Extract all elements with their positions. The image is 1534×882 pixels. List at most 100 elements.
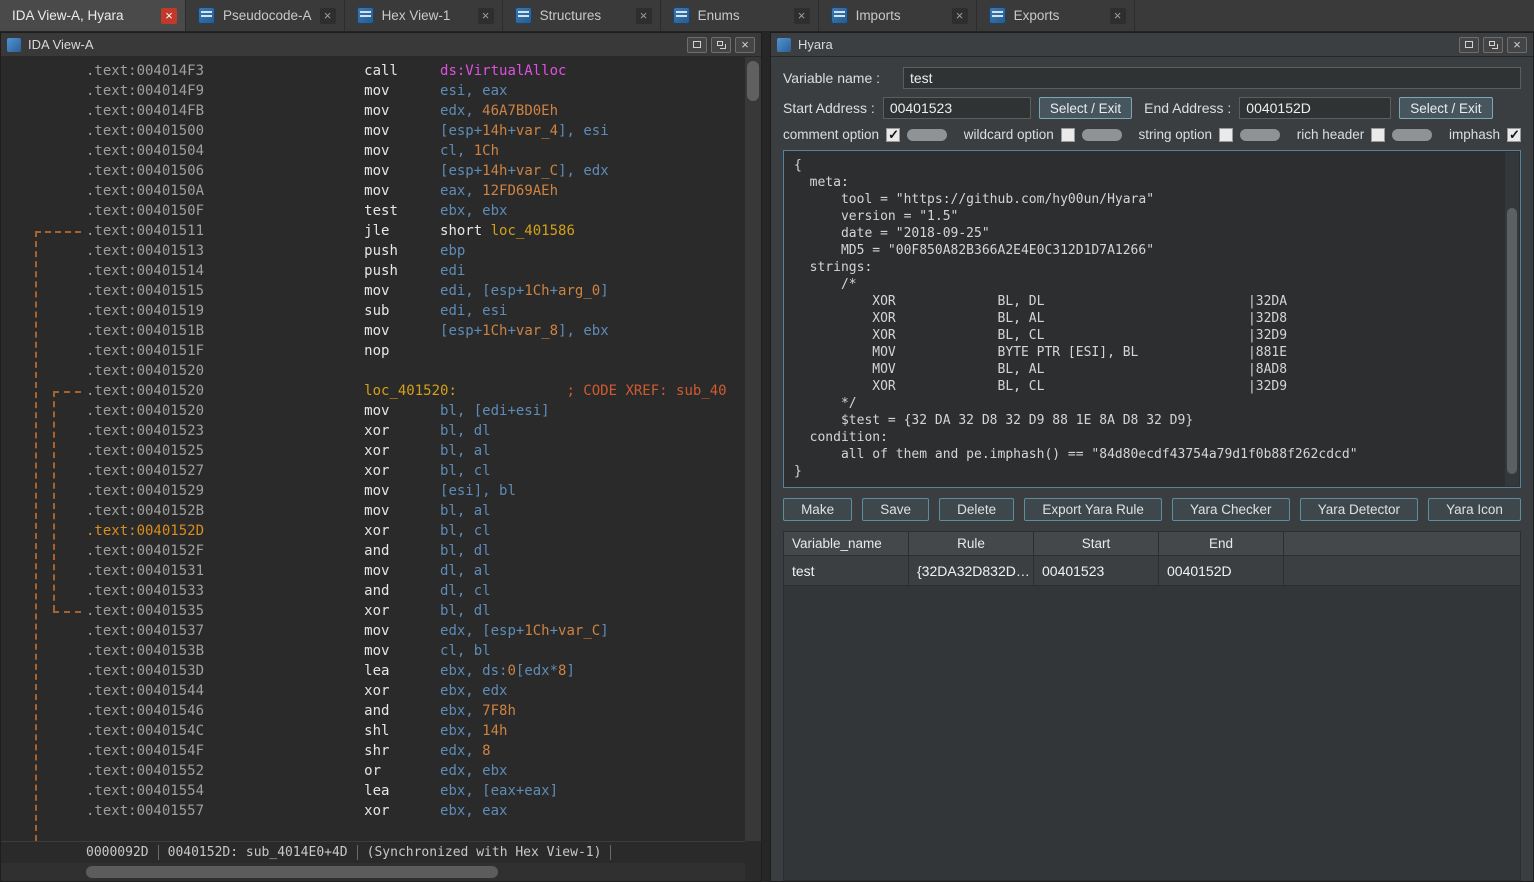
variable-name-input[interactable]: [903, 67, 1521, 89]
column-header-end[interactable]: End: [1159, 532, 1284, 555]
close-icon[interactable]: [735, 37, 755, 53]
asm-line[interactable]: .text:0040151B mov [esp+1Ch+var_8], ebx: [1, 321, 745, 341]
asm-line[interactable]: .text:0040154C shl ebx, 14h: [1, 721, 745, 741]
asm-line[interactable]: .text:00401554 lea ebx, [eax+eax]: [1, 781, 745, 801]
rich-header-checkbox[interactable]: [1371, 128, 1385, 142]
tab-close-icon[interactable]: [952, 8, 968, 24]
vertical-scrollbar-thumb[interactable]: [747, 61, 759, 101]
asm-address: .text:00401500: [86, 123, 364, 139]
asm-line[interactable]: .text:004014F9 mov esi, eax: [1, 81, 745, 101]
asm-operand: ebx, ebx: [440, 203, 507, 219]
asm-operand: ]: [566, 663, 574, 679]
start-select-exit-button[interactable]: Select / Exit: [1039, 97, 1132, 119]
end-address-input[interactable]: [1239, 97, 1391, 119]
asm-line[interactable]: .text:00401557 xor ebx, eax: [1, 801, 745, 821]
asm-line[interactable]: .text:00401537 mov edx, [esp+1Ch+var_C]: [1, 621, 745, 641]
asm-line[interactable]: .text:0040152F and bl, dl: [1, 541, 745, 561]
asm-line[interactable]: .text:00401520 loc_401520: ; CODE XREF: …: [1, 381, 745, 401]
tab-exports[interactable]: Exports: [977, 0, 1135, 31]
asm-line[interactable]: .text:0040151F nop: [1, 341, 745, 361]
asm-line[interactable]: .text:00401520 mov bl, [edi+esi]: [1, 401, 745, 421]
asm-address: .text:004014F9: [86, 83, 364, 99]
tab-pseudocode-a[interactable]: Pseudocode-A: [186, 0, 345, 31]
tab-close-icon[interactable]: [794, 8, 810, 24]
tab-close-icon[interactable]: [478, 8, 494, 24]
asm-line[interactable]: .text:00401523 xor bl, dl: [1, 421, 745, 441]
vertical-scrollbar[interactable]: [745, 57, 761, 841]
ida-view-window: IDA View-A .text:004014F3 call ds:Virtua…: [0, 32, 762, 882]
horizontal-scrollbar-thumb[interactable]: [86, 866, 498, 878]
asm-line[interactable]: .text:00401552 or edx, ebx: [1, 761, 745, 781]
tab-enums[interactable]: Enums: [661, 0, 819, 31]
asm-address: .text:00401520: [86, 403, 364, 419]
asm-line[interactable]: .text:0040152D xor bl, cl: [1, 521, 745, 541]
option-wildcard-option: wildcard option: [964, 127, 1122, 142]
asm-line[interactable]: .text:0040150A mov eax, 12FD69AEh: [1, 181, 745, 201]
tab-close-icon[interactable]: [636, 8, 652, 24]
asm-line[interactable]: .text:00401527 xor bl, cl: [1, 461, 745, 481]
yara-detector-button[interactable]: Yara Detector: [1300, 498, 1418, 521]
rule-scrollbar-thumb[interactable]: [1507, 208, 1517, 474]
asm-line[interactable]: .text:00401546 and ebx, 7F8h: [1, 701, 745, 721]
asm-line[interactable]: .text:00401515 mov edi, [esp+1Ch+arg_0]: [1, 281, 745, 301]
asm-line[interactable]: .text:00401535 xor bl, dl: [1, 601, 745, 621]
asm-line[interactable]: .text:00401511 jle short loc_401586: [1, 221, 745, 241]
yara-rule-area[interactable]: { meta: tool = "https://github.com/hy00u…: [783, 150, 1521, 488]
maximize-icon[interactable]: [1459, 37, 1479, 53]
asm-line[interactable]: .text:00401514 push edi: [1, 261, 745, 281]
asm-line[interactable]: .text:00401525 xor bl, al: [1, 441, 745, 461]
asm-label: loc_401520:: [364, 383, 566, 399]
delete-button[interactable]: Delete: [939, 498, 1014, 521]
asm-line[interactable]: .text:004014F3 call ds:VirtualAlloc: [1, 61, 745, 81]
rule-scrollbar[interactable]: [1505, 152, 1519, 486]
float-window-icon[interactable]: [711, 37, 731, 53]
tab-structures[interactable]: Structures: [503, 0, 661, 31]
disassembly-view[interactable]: .text:004014F3 call ds:VirtualAlloc.text…: [1, 57, 745, 841]
asm-line[interactable]: .text:004014FB mov edx, 46A7BD0Eh: [1, 101, 745, 121]
tab-close-icon[interactable]: [320, 8, 336, 24]
asm-mnemonic: nop: [364, 343, 440, 359]
asm-line[interactable]: .text:0040153D lea ebx, ds:0[edx*8]: [1, 661, 745, 681]
asm-line[interactable]: .text:0040152B mov bl, al: [1, 501, 745, 521]
end-select-exit-button[interactable]: Select / Exit: [1399, 97, 1492, 119]
ida-view-icon: [7, 38, 21, 52]
tab-ida-view-a-hyara[interactable]: IDA View-A, Hyara: [0, 0, 186, 31]
asm-line[interactable]: .text:00401500 mov [esp+14h+var_4], esi: [1, 121, 745, 141]
asm-line[interactable]: .text:0040154F shr edx, 8: [1, 741, 745, 761]
table-row[interactable]: test{32DA32D832D…004015230040152D: [784, 556, 1520, 586]
asm-line[interactable]: .text:00401529 mov [esi], bl: [1, 481, 745, 501]
start-address-input[interactable]: [883, 97, 1031, 119]
asm-line[interactable]: .text:0040153B mov cl, bl: [1, 641, 745, 661]
asm-line[interactable]: .text:00401504 mov cl, 1Ch: [1, 141, 745, 161]
maximize-icon[interactable]: [687, 37, 707, 53]
string-option-checkbox[interactable]: [1219, 128, 1233, 142]
tab-close-icon[interactable]: [161, 8, 177, 24]
close-icon[interactable]: [1507, 37, 1527, 53]
tab-imports[interactable]: Imports: [819, 0, 977, 31]
yara-icon-button[interactable]: Yara Icon: [1428, 498, 1521, 521]
asm-line[interactable]: .text:00401520: [1, 361, 745, 381]
column-header-variable-name[interactable]: Variable_name: [784, 532, 909, 555]
float-window-icon[interactable]: [1483, 37, 1503, 53]
imphash-checkbox[interactable]: [1507, 128, 1521, 142]
tab-hex-view-1[interactable]: Hex View-1: [345, 0, 503, 31]
tab-close-icon[interactable]: [1110, 8, 1126, 24]
asm-operand: bl, dl: [440, 543, 491, 559]
asm-line[interactable]: .text:00401531 mov dl, al: [1, 561, 745, 581]
asm-operand: arg_0: [558, 283, 600, 299]
asm-line[interactable]: .text:0040150F test ebx, ebx: [1, 201, 745, 221]
column-header-rule[interactable]: Rule: [909, 532, 1034, 555]
asm-line[interactable]: .text:00401544 xor ebx, edx: [1, 681, 745, 701]
asm-line[interactable]: .text:00401533 and dl, cl: [1, 581, 745, 601]
horizontal-scrollbar[interactable]: [1, 863, 745, 881]
asm-line[interactable]: .text:00401506 mov [esp+14h+var_C], edx: [1, 161, 745, 181]
column-header-start[interactable]: Start: [1034, 532, 1159, 555]
save-button[interactable]: Save: [862, 498, 929, 521]
asm-line[interactable]: .text:00401513 push ebp: [1, 241, 745, 261]
wildcard-option-checkbox[interactable]: [1061, 128, 1075, 142]
yara-checker-button[interactable]: Yara Checker: [1172, 498, 1290, 521]
comment-option-checkbox[interactable]: [886, 128, 900, 142]
make-button[interactable]: Make: [783, 498, 852, 521]
asm-line[interactable]: .text:00401519 sub edi, esi: [1, 301, 745, 321]
export-yara-rule-button[interactable]: Export Yara Rule: [1024, 498, 1162, 521]
